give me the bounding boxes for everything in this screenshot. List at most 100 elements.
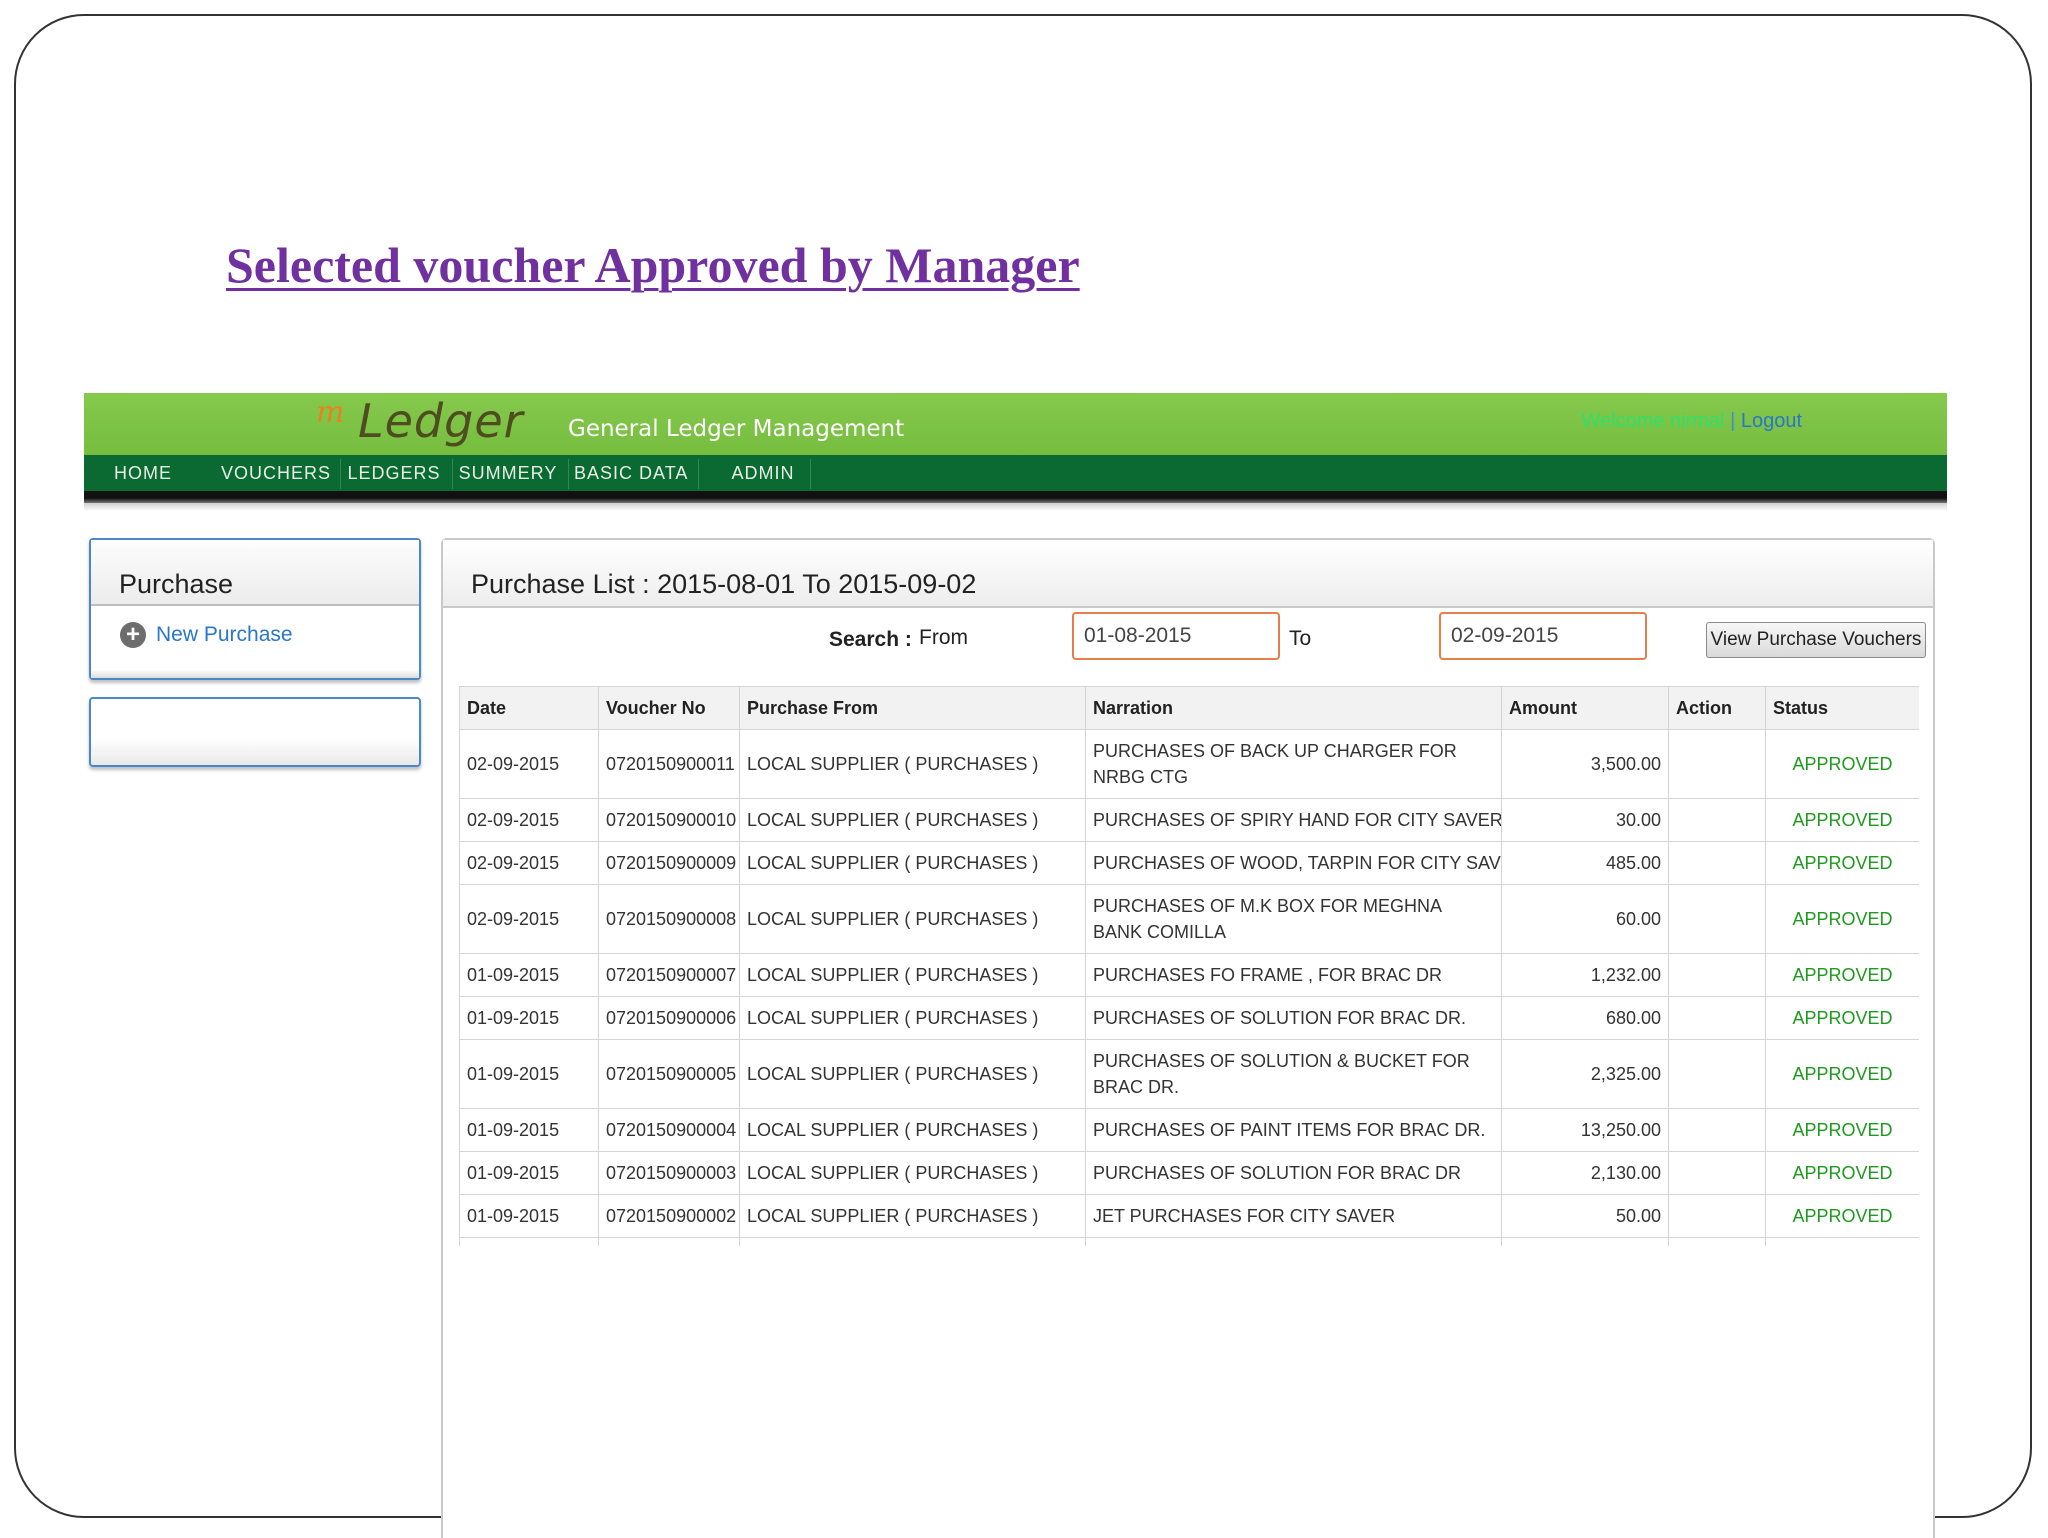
cell-narration: PURCHASES OF SOLUTION & BUCKET FOR BRAC …: [1085, 1039, 1502, 1109]
col-amount[interactable]: Amount: [1501, 686, 1669, 730]
cell-voucher: 0720150900004: [598, 1108, 740, 1152]
to-date-input[interactable]: [1439, 612, 1647, 660]
nav-divider: [452, 459, 453, 489]
purchase-list-panel: Purchase List : 2015-08-01 To 2015-09-02…: [441, 538, 1935, 1538]
table-header-row: Date Voucher No Purchase From Narration …: [459, 686, 1919, 730]
cell-status: APPROVED: [1765, 1194, 1919, 1238]
cell-status: APPROVED: [1765, 1151, 1919, 1195]
cell-amount: 60.00: [1501, 884, 1669, 954]
cell-status: APPROVED: [1765, 1039, 1919, 1109]
col-narration[interactable]: Narration: [1085, 686, 1502, 730]
cell-narration: PURCHASES OF M.K BOX FOR MEGHNA BANK COM…: [1085, 884, 1502, 954]
cell-voucher: 0720150900010: [598, 798, 740, 842]
purchase-table: Date Voucher No Purchase From Narration …: [459, 686, 1919, 1246]
cell-status: APPROVED: [1765, 798, 1919, 842]
table-row[interactable]: 02-09-2015 0720150900008 LOCAL SUPPLIER …: [459, 884, 1919, 954]
page-title: Purchase List : 2015-08-01 To 2015-09-02: [471, 569, 977, 599]
separator: |: [1730, 410, 1736, 432]
app-header: m Ledger General Ledger Management Welco…: [84, 393, 1947, 455]
col-voucher-no[interactable]: Voucher No: [598, 686, 740, 730]
view-purchase-vouchers-button[interactable]: View Purchase Vouchers: [1706, 622, 1926, 658]
logo-m: m: [316, 395, 344, 430]
sidebar-title-bar: Purchase: [91, 540, 419, 606]
nav-summery[interactable]: SUMMERY: [458, 455, 558, 491]
cell-amount: 13,250.00: [1501, 1108, 1669, 1152]
cell-amount: 485.00: [1501, 841, 1669, 885]
welcome-text: Welcome nirmal: [1581, 410, 1725, 432]
nav-border: [84, 491, 1947, 503]
search-bar: Search : From To View Purchase Vouchers: [443, 612, 1933, 672]
nav-basic-data[interactable]: BASIC DATA: [574, 455, 687, 491]
cell-from: LOCAL SUPPLIER ( PURCHASES ): [739, 1108, 1086, 1152]
col-purchase-from[interactable]: Purchase From: [739, 686, 1086, 730]
table-row[interactable]: 02-09-2015 0720150900010 LOCAL SUPPLIER …: [459, 798, 1919, 842]
cell-action: [1668, 884, 1766, 954]
logo-subtitle: General Ledger Management: [568, 416, 905, 442]
table-row[interactable]: 02-09-2015 0720150900011 LOCAL SUPPLIER …: [459, 729, 1919, 799]
col-status[interactable]: Status: [1765, 686, 1919, 730]
cell-narration: PURCHASES FO FRAME , FOR BRAC DR: [1085, 953, 1502, 997]
nav-home[interactable]: HOME: [108, 455, 178, 491]
cell-amount: 2,325.00: [1501, 1039, 1669, 1109]
nav-divider: [568, 459, 569, 489]
cell-voucher: 0720150900011: [598, 729, 740, 799]
cell-narration: PURCHASES OF BACK UP CHARGER FOR NRBG CT…: [1085, 729, 1502, 799]
cell-date: 02-09-2015: [459, 841, 599, 885]
cell-date: 01-09-2015: [459, 1108, 599, 1152]
nav-admin[interactable]: ADMIN: [718, 455, 808, 491]
cell-from: LOCAL SUPPLIER ( PURCHASES ): [739, 1039, 1086, 1109]
cell-amount: 30.00: [1501, 798, 1669, 842]
cell-action: [1668, 1151, 1766, 1195]
table-row[interactable]: 02-09-2015 0720150900009 LOCAL SUPPLIER …: [459, 841, 1919, 885]
cell-status: APPROVED: [1765, 729, 1919, 799]
col-date[interactable]: Date: [459, 686, 599, 730]
slide-title: Selected voucher Approved by Manager: [226, 237, 1080, 293]
cell-status: APPROVED: [1765, 841, 1919, 885]
cell-from: LOCAL SUPPLIER ( PURCHASES ): [739, 953, 1086, 997]
cell-date: 02-09-2015: [459, 729, 599, 799]
cell-action: [1668, 798, 1766, 842]
search-label: Search :: [829, 628, 912, 651]
cell-voucher: 0720150900008: [598, 884, 740, 954]
cell-action: [1668, 841, 1766, 885]
logout-link[interactable]: Logout: [1741, 410, 1802, 432]
cell-action: [1668, 953, 1766, 997]
table-row[interactable]: 01-09-2015 0720150900006 LOCAL SUPPLIER …: [459, 996, 1919, 1040]
cell-narration: PURCHASES OF SOLUTION FOR BRAC DR.: [1085, 996, 1502, 1040]
sidebar-empty-panel: [89, 697, 421, 767]
cell-date: 02-09-2015: [459, 798, 599, 842]
cell-action: [1668, 1039, 1766, 1109]
cell-amount: 50.00: [1501, 1194, 1669, 1238]
table-row[interactable]: 01-09-2015 0720150900004 LOCAL SUPPLIER …: [459, 1108, 1919, 1152]
nav-ledgers[interactable]: LEDGERS: [346, 455, 442, 491]
cell-voucher: 0720150900005: [598, 1039, 740, 1109]
user-area: Welcome nirmal | Logout: [1582, 410, 1803, 433]
col-action: Action: [1668, 686, 1766, 730]
table-row[interactable]: 01-09-2015 0720150900005 LOCAL SUPPLIER …: [459, 1039, 1919, 1109]
cell-from: LOCAL SUPPLIER ( PURCHASES ): [739, 1151, 1086, 1195]
nav-divider: [698, 459, 699, 489]
nav-divider: [340, 459, 341, 489]
cell-status: APPROVED: [1765, 953, 1919, 997]
cell-voucher: 0720150900009: [598, 841, 740, 885]
cell-amount: 680.00: [1501, 996, 1669, 1040]
nav-vouchers[interactable]: VOUCHERS: [221, 455, 331, 491]
cell-date: 01-09-2015: [459, 1039, 599, 1109]
cell-action: [1668, 729, 1766, 799]
cell-date: 01-09-2015: [459, 1151, 599, 1195]
cell-date: 01-09-2015: [459, 1194, 599, 1238]
main-nav: HOME VOUCHERS LEDGERS SUMMERY BASIC DATA…: [84, 455, 1947, 491]
cell-from: LOCAL SUPPLIER ( PURCHASES ): [739, 841, 1086, 885]
cell-date: 01-09-2015: [459, 996, 599, 1040]
table-row[interactable]: 01-09-2015 0720150900003 LOCAL SUPPLIER …: [459, 1151, 1919, 1195]
from-date-input[interactable]: [1072, 612, 1280, 660]
cell-from: LOCAL SUPPLIER ( PURCHASES ): [739, 996, 1086, 1040]
table-row[interactable]: 01-09-2015 0720150900007 LOCAL SUPPLIER …: [459, 953, 1919, 997]
cell-narration: PURCHASES OF SOLUTION FOR BRAC DR: [1085, 1151, 1502, 1195]
plus-circle-icon: +: [120, 622, 146, 648]
table-row: [459, 1237, 1919, 1246]
table-row[interactable]: 01-09-2015 0720150900002 LOCAL SUPPLIER …: [459, 1194, 1919, 1238]
nav-divider: [810, 459, 811, 489]
cell-amount: 3,500.00: [1501, 729, 1669, 799]
cell-from: LOCAL SUPPLIER ( PURCHASES ): [739, 729, 1086, 799]
